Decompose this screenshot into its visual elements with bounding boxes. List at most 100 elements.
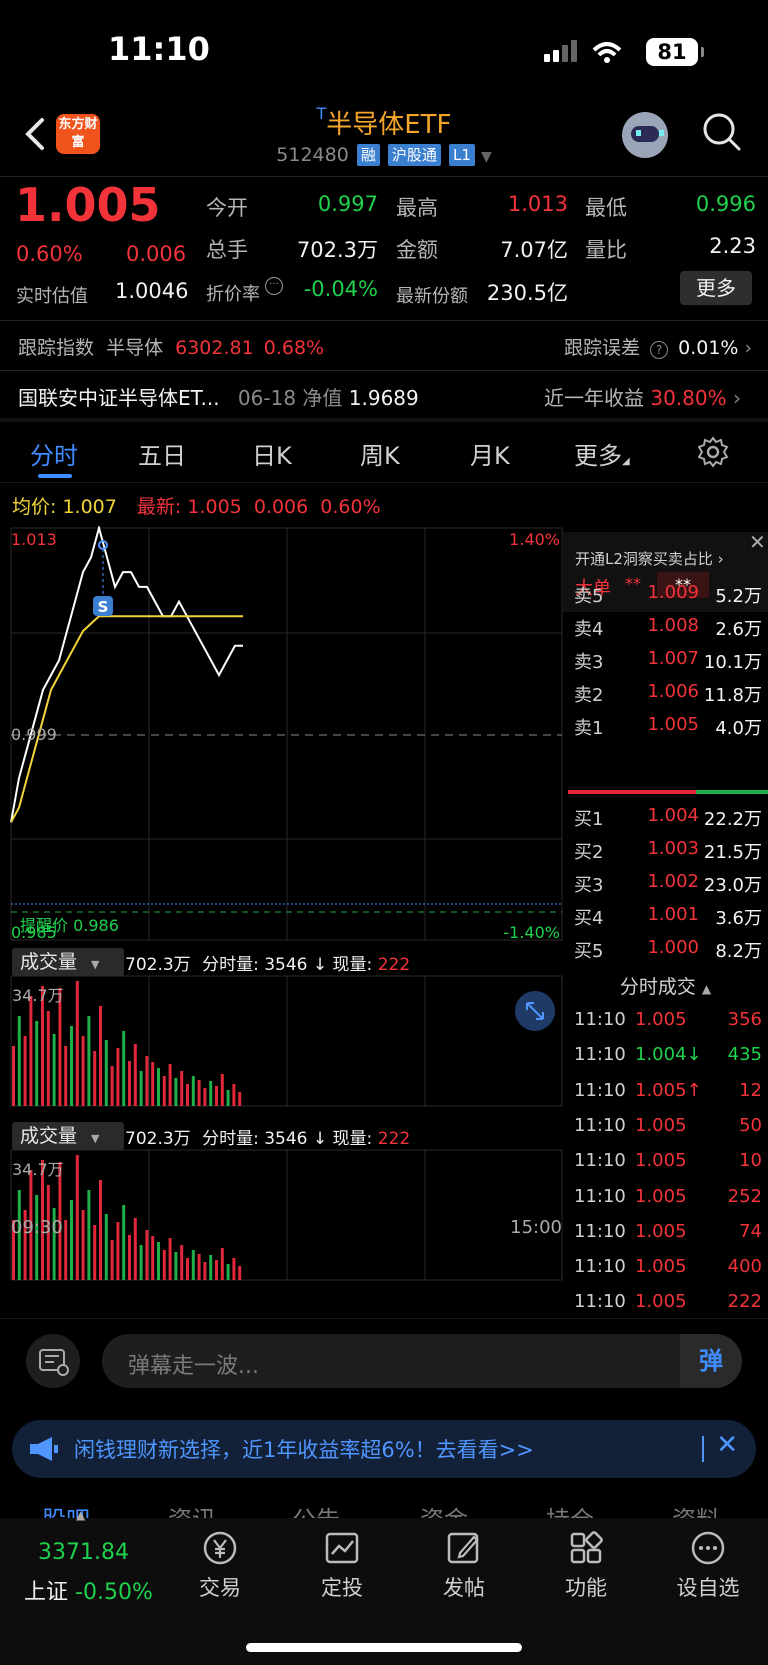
tab-news[interactable]: 资讯 [168,1500,216,1518]
volume-bar [209,1081,213,1106]
index-value[interactable]: 3371.84 [38,1540,129,1565]
divider [0,320,768,321]
trade-time: 11:10 [574,1150,626,1172]
ask-row[interactable]: 卖1 1.005 4.0万 [563,714,768,744]
bid-row[interactable]: 买3 1.002 23.0万 [563,871,768,901]
tab-daily-k[interactable]: 日K [252,436,292,471]
bid-level: 买2 [574,842,604,863]
tab-profile[interactable]: 资料 [672,1500,720,1518]
danmaku-send-button[interactable]: 弹 [680,1334,742,1388]
tab-monthly-k[interactable]: 月K [470,436,510,471]
volume-label: 总手 [206,238,248,262]
status-bar: 11:10 81 [0,0,768,100]
post-label: 发帖 [443,1576,485,1600]
status-time: 11:10 [108,30,210,68]
tab-weekly-k[interactable]: 周K [360,436,400,471]
tab-intraday[interactable]: 分时 [30,436,78,471]
volume-bar [122,1205,126,1280]
trades-title[interactable]: 分时成交 ▲ [563,972,768,999]
nav-value: 1.9689 [348,386,419,410]
trade-button[interactable]: 交易 [170,1528,270,1602]
alert-price-label[interactable]: 提醒价 0.986 [20,916,119,935]
volume-bar [203,1262,207,1280]
volume-selector[interactable]: 成交量 ▼ [12,948,124,976]
tracking-error-label: 跟踪误差 [564,337,641,359]
close-icon[interactable]: ✕ [749,530,766,554]
volume-bar [17,1016,21,1106]
bid-row[interactable]: 买5 1.000 8.2万 [563,937,768,967]
volume-bar [238,1266,242,1280]
trades-title-text: 分时成交 [619,976,696,998]
trade-price: 1.005 [635,1256,687,1278]
bid-volume: 21.5万 [703,842,762,863]
trade-price: 1.005 [635,1291,687,1313]
trade-time: 11:10 [574,1220,626,1242]
tab-notice[interactable]: 公告 [292,1500,340,1518]
volume-bar [116,1048,120,1106]
tab-funds[interactable]: 资金 [420,1500,468,1518]
tab-holdings[interactable]: 持仓 [546,1500,594,1518]
volume-bar [180,1071,184,1106]
home-indicator [246,1643,522,1652]
triangle-icon: ◢ [622,456,630,467]
info-icon[interactable]: ··· [265,277,283,295]
volume-max-label-2: 34.7万 [12,1160,64,1179]
ask-row[interactable]: 卖3 1.007 10.1万 [563,648,768,678]
trade-time: 11:10 [574,1291,626,1313]
volume-bar [238,1092,242,1106]
ask-level: 卖3 [574,652,604,673]
ask-row[interactable]: 卖4 1.008 2.6万 [563,615,768,645]
help-icon[interactable]: ? [650,341,669,359]
volume-bar [81,1210,85,1280]
volume-selector-2[interactable]: 成交量 ▼ [12,1122,124,1150]
ask-price: 1.008 [647,615,699,636]
time-end-label: 15:00 [510,1217,562,1238]
post-button[interactable]: 发帖 [414,1528,514,1602]
index-row[interactable]: 上证 -0.50% [24,1574,153,1606]
volume-bar [174,1078,178,1106]
volume-bar [191,1250,195,1280]
ask-row[interactable]: 卖5 1.009 5.2万 [563,582,768,612]
fund-row[interactable]: 国联安中证半导体ET... 06-18 净值 1.9689 [18,382,419,411]
bid-row[interactable]: 买4 1.001 3.6万 [563,904,768,934]
return-row[interactable]: 近一年收益 30.80% › [544,382,741,411]
tab-more[interactable]: 更多◢ [574,436,630,471]
bid-row[interactable]: 买1 1.004 22.2万 [563,805,768,835]
danmaku-input[interactable]: 弹幕走一波... 弹 [102,1334,742,1388]
sell-marker-text: S [98,598,109,616]
l2-promo[interactable]: 开通L2洞察买卖占比 › [575,548,724,569]
tab-more-label: 更多 [574,442,622,470]
volume-bar [104,1214,108,1280]
trade-price: 1.005 [635,1150,687,1172]
bid-row[interactable]: 买2 1.003 21.5万 [563,838,768,868]
intraday-chart[interactable]: S 1.013 1.40% 0.999 0.985 -1.40% 提醒价 0.9… [0,526,563,1306]
volume-bar [139,1245,143,1280]
settings-gear-icon[interactable] [697,436,729,468]
volume-bar [232,1258,236,1280]
tracking-error-row[interactable]: 跟踪误差 ? 0.01% › [564,333,752,360]
ask-volume: 2.6万 [715,619,762,640]
ask-row[interactable]: 卖2 1.006 11.8万 [563,681,768,711]
price-line [10,526,243,823]
volume-bar [139,1071,143,1106]
danmaku-toggle[interactable] [26,1334,80,1388]
search-icon[interactable] [702,112,742,152]
invest-plan-button[interactable]: 定投 [292,1528,392,1602]
assistant-robot-icon[interactable] [622,112,668,158]
close-icon[interactable]: ✕ [716,1430,738,1460]
volume-bar [220,1074,224,1106]
volume-bar [70,1200,73,1280]
functions-button[interactable]: 功能 [536,1528,636,1602]
add-watchlist-button[interactable]: 设自选 [658,1528,758,1602]
nav-label: 净值 [302,386,343,410]
tab-five-day[interactable]: 五日 [138,436,186,471]
bid-level: 买1 [574,809,604,830]
more-button[interactable]: 更多 [680,271,752,305]
iopv-value: 1.0046 [115,279,189,303]
dropdown-icon[interactable]: ▼ [481,149,492,165]
last-pct: 0.60% [320,496,381,518]
promo-banner[interactable]: 闲钱理财新选择，近1年收益率超6%！去看看>> ✕ [12,1420,756,1478]
tracking-index-row[interactable]: 跟踪指数 半导体 6302.81 0.68% [18,333,324,360]
volume-bar [81,1036,85,1106]
tracking-index-pct: 0.68% [263,337,325,359]
